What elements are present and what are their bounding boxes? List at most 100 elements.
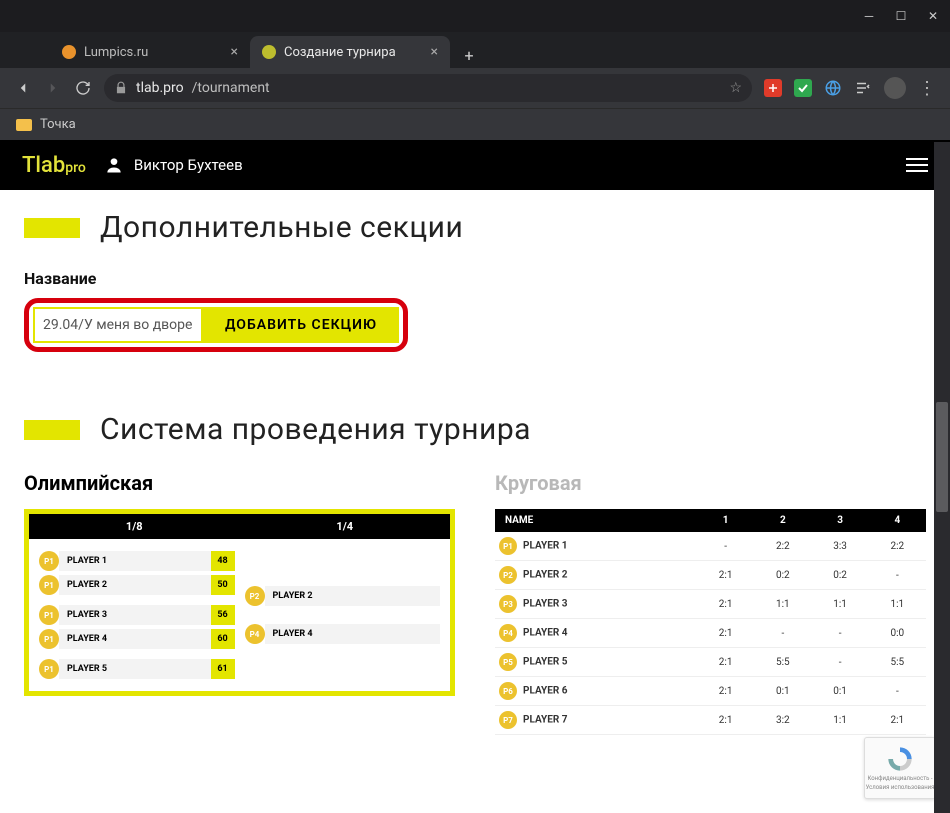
extension-check-icon[interactable] bbox=[794, 79, 812, 97]
scrollbar[interactable] bbox=[934, 142, 950, 813]
section-additional: Дополнительные секции bbox=[24, 210, 926, 245]
url-host: tlab.pro bbox=[136, 80, 184, 96]
player-name: PLAYER 1 bbox=[523, 541, 567, 552]
player-badge: P7 bbox=[499, 711, 517, 729]
bracket-col-2: P2PLAYER 2 P4PLAYER 4 bbox=[245, 551, 441, 679]
site-menu-button[interactable] bbox=[906, 158, 928, 172]
score-cell: 2:1 bbox=[697, 648, 754, 677]
bookmarks-bar: Точка bbox=[0, 108, 950, 140]
tab-title: Lumpics.ru bbox=[84, 45, 148, 60]
round-header: 1/4 bbox=[240, 514, 451, 539]
bookmark-folder[interactable]: Точка bbox=[40, 117, 76, 132]
player-badge: P1 bbox=[499, 537, 517, 555]
extension-globe-icon[interactable] bbox=[824, 79, 842, 97]
score-cell: - bbox=[869, 561, 926, 590]
player-name: PLAYER 4 bbox=[265, 624, 441, 644]
table-row: P1PLAYER 1-2:23:32:2 bbox=[495, 532, 926, 561]
tab-close-icon[interactable]: × bbox=[231, 44, 238, 60]
lock-icon bbox=[114, 81, 128, 95]
tab-close-icon[interactable]: × bbox=[431, 44, 438, 60]
reading-list-icon[interactable] bbox=[854, 79, 872, 97]
player-badge: P2 bbox=[245, 586, 265, 606]
browser-tab-tournament[interactable]: Создание турнира × bbox=[250, 36, 450, 68]
bookmark-star-icon[interactable]: ☆ bbox=[729, 80, 742, 96]
score-cell: - bbox=[754, 619, 811, 648]
url-path: /tournament bbox=[192, 80, 270, 96]
name-label: Название bbox=[24, 269, 926, 288]
score-cell: 2:1 bbox=[697, 677, 754, 706]
player-name: PLAYER 3 bbox=[59, 605, 211, 625]
score-cell: 1:1 bbox=[754, 590, 811, 619]
nav-back-button[interactable] bbox=[14, 79, 32, 97]
player-badge: P1 bbox=[39, 605, 59, 625]
player-name: PLAYER 5 bbox=[59, 659, 211, 679]
player-score: 48 bbox=[211, 551, 235, 571]
section-name-input[interactable] bbox=[33, 307, 203, 343]
th-col: 4 bbox=[869, 509, 926, 532]
player-badge: P4 bbox=[245, 624, 265, 644]
extension-adblock-icon[interactable] bbox=[764, 79, 782, 97]
player-badge: P5 bbox=[499, 653, 517, 671]
score-cell: - bbox=[811, 619, 868, 648]
new-tab-button[interactable]: + bbox=[456, 42, 482, 68]
window-minimize-button[interactable]: ─ bbox=[862, 9, 876, 23]
player-name: PLAYER 5 bbox=[523, 657, 567, 668]
score-cell: 2:1 bbox=[697, 590, 754, 619]
window-titlebar: ─ ☐ ✕ bbox=[0, 0, 950, 32]
player-name: PLAYER 6 bbox=[523, 686, 567, 697]
player-score: 50 bbox=[211, 575, 235, 595]
player-name: PLAYER 7 bbox=[523, 715, 567, 726]
bracket-preview: 1/8 1/4 P1PLAYER 148 P1PLAYER 250 P1PLAY bbox=[24, 509, 455, 696]
browser-tabs: Lumpics.ru × Создание турнира × + bbox=[0, 32, 950, 68]
score-cell: 3:2 bbox=[754, 706, 811, 735]
site-header: Tlabpro Виктор Бухтеев bbox=[0, 140, 950, 190]
recaptcha-badge[interactable]: Конфиденциальность - Условия использован… bbox=[864, 737, 936, 799]
nav-reload-button[interactable] bbox=[74, 79, 92, 97]
score-cell: 2:2 bbox=[869, 532, 926, 561]
site-logo[interactable]: Tlabpro bbox=[22, 152, 86, 178]
folder-icon bbox=[16, 119, 32, 131]
round-table: NAME 1 2 3 4 P1PLAYER 1-2:23:32:2P2PLAYE… bbox=[495, 509, 926, 735]
score-cell: 3:3 bbox=[811, 532, 868, 561]
score-cell: 0:1 bbox=[754, 677, 811, 706]
scrollbar-thumb[interactable] bbox=[936, 402, 948, 512]
recaptcha-icon bbox=[886, 745, 914, 773]
window-maximize-button[interactable]: ☐ bbox=[894, 9, 908, 23]
url-field[interactable]: tlab.pro/tournament ☆ bbox=[104, 74, 752, 102]
table-row: P3PLAYER 32:11:11:11:1 bbox=[495, 590, 926, 619]
score-cell: - bbox=[811, 648, 868, 677]
player-badge: P1 bbox=[39, 575, 59, 595]
section-system: Система проведения турнира bbox=[24, 412, 926, 447]
window-close-button[interactable]: ✕ bbox=[926, 9, 940, 23]
score-cell: 1:1 bbox=[811, 590, 868, 619]
player-score: 60 bbox=[211, 629, 235, 649]
th-col: 3 bbox=[811, 509, 868, 532]
player-badge: P4 bbox=[499, 624, 517, 642]
bracket-col-1: P1PLAYER 148 P1PLAYER 250 P1PLAYER 356 P… bbox=[39, 551, 235, 679]
nav-forward-button[interactable] bbox=[44, 79, 62, 97]
system-round[interactable]: Круговая NAME 1 2 3 4 P1PLAYER 1-2:23:32… bbox=[495, 471, 926, 735]
user-menu[interactable]: Виктор Бухтеев bbox=[104, 155, 243, 175]
system-olympic[interactable]: Олимпийская 1/8 1/4 P1PLAYER 148 P1PLAYE… bbox=[24, 471, 455, 735]
page-viewport: Tlabpro Виктор Бухтеев Дополнительные се… bbox=[0, 140, 950, 813]
address-bar: tlab.pro/tournament ☆ ⋮ bbox=[0, 68, 950, 108]
profile-avatar[interactable] bbox=[884, 77, 906, 99]
player-name: PLAYER 2 bbox=[59, 575, 211, 595]
score-cell: 2:1 bbox=[697, 561, 754, 590]
player-name: PLAYER 2 bbox=[265, 586, 441, 606]
score-cell: 2:1 bbox=[869, 706, 926, 735]
score-cell: - bbox=[869, 677, 926, 706]
player-name: PLAYER 1 bbox=[59, 551, 211, 571]
accent-bar bbox=[24, 420, 80, 440]
add-section-button[interactable]: ДОБАВИТЬ СЕКЦИЮ bbox=[203, 307, 399, 343]
player-badge: P2 bbox=[499, 566, 517, 584]
score-cell: 0:1 bbox=[811, 677, 868, 706]
score-cell: 5:5 bbox=[869, 648, 926, 677]
browser-tab-lumpics[interactable]: Lumpics.ru × bbox=[50, 36, 250, 68]
logo-main: Tlab bbox=[22, 153, 65, 178]
th-col: 1 bbox=[697, 509, 754, 532]
browser-menu-button[interactable]: ⋮ bbox=[918, 78, 936, 99]
player-name: PLAYER 3 bbox=[523, 599, 567, 610]
th-name: NAME bbox=[495, 509, 697, 532]
section-title: Система проведения турнира bbox=[100, 412, 531, 447]
